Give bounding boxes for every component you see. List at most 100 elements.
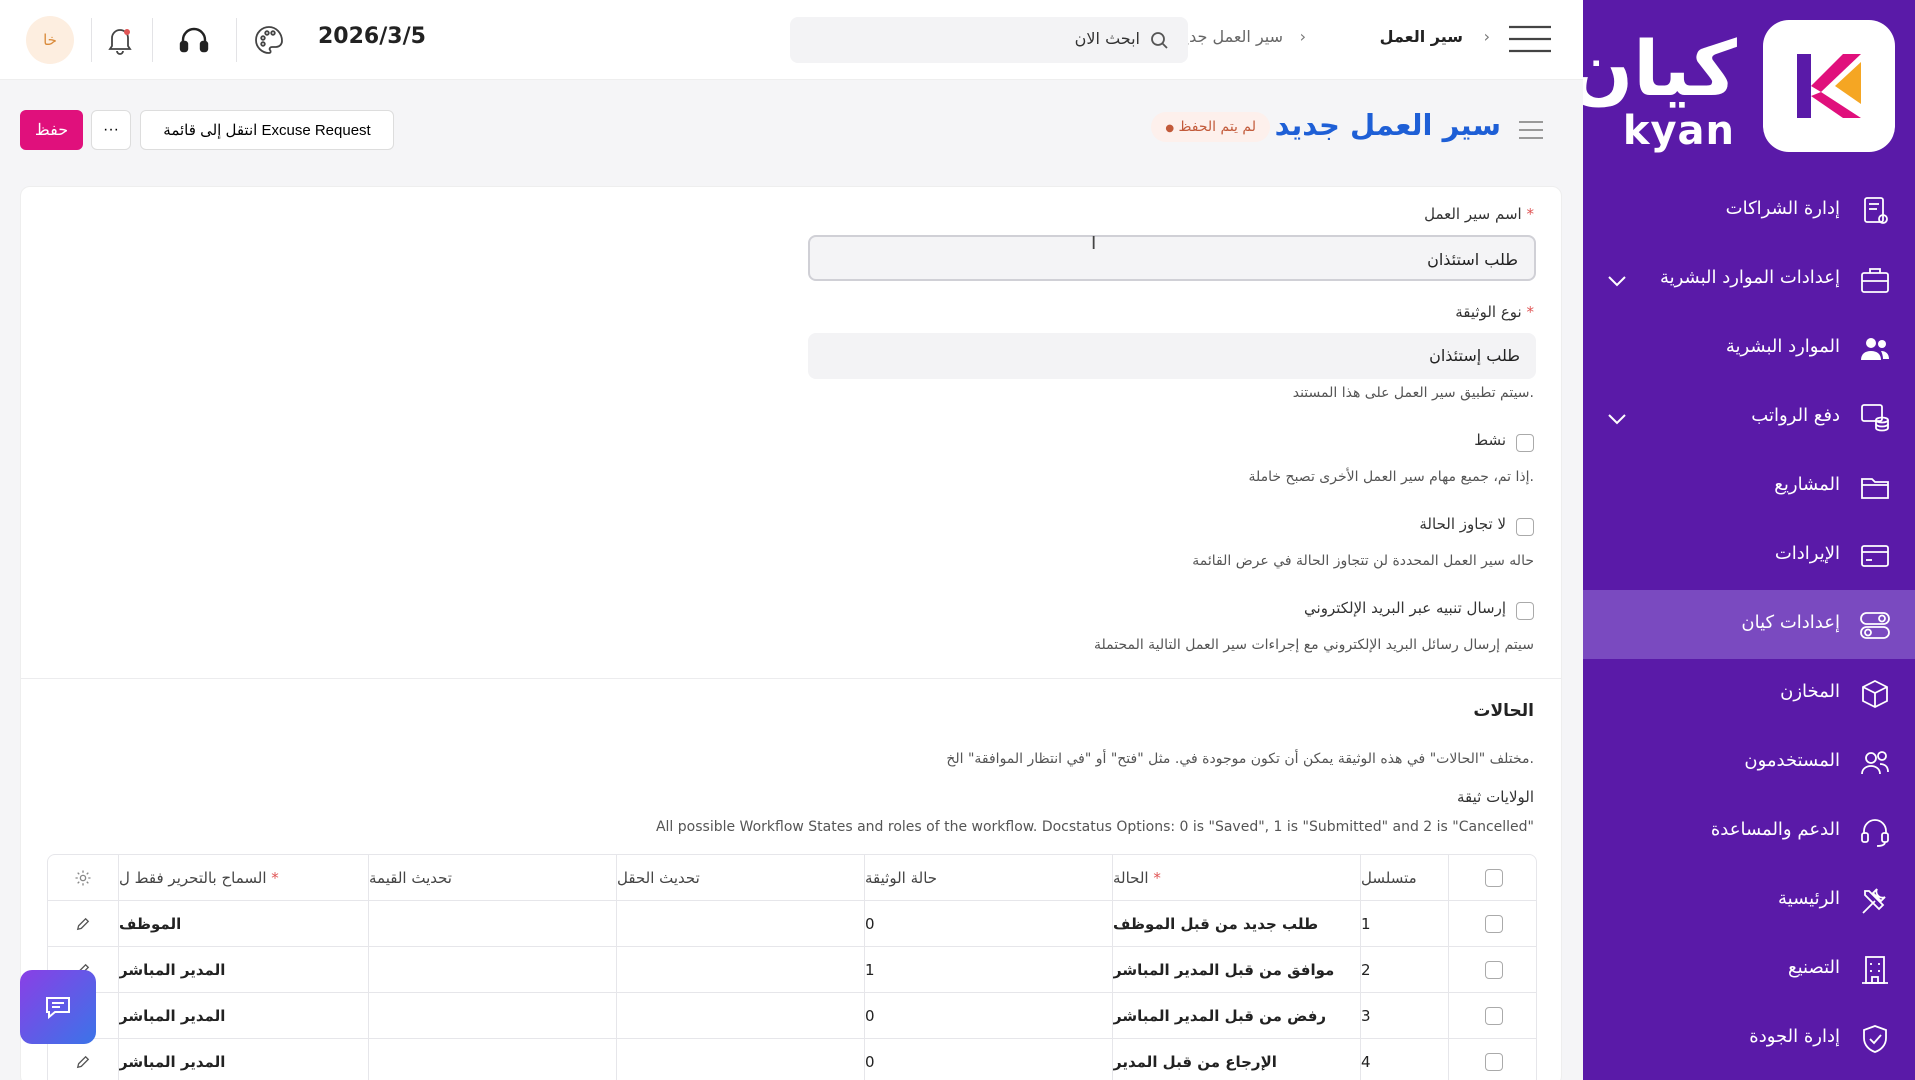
search-placeholder: ابحث الان: [1074, 29, 1140, 48]
headset-icon: [1861, 819, 1889, 847]
cell-update-value[interactable]: [368, 901, 616, 947]
workflow-name-label: اسم سير العمل *: [1424, 205, 1534, 223]
doc-type-label-text: نوع الوثيقة: [1455, 303, 1522, 321]
sidebar-item-projects[interactable]: المشاريع: [1583, 452, 1915, 521]
cell-update-value[interactable]: [368, 993, 616, 1039]
chat-icon: [46, 997, 70, 1019]
cell-update-field[interactable]: [616, 947, 864, 993]
chat-button[interactable]: [20, 970, 96, 1044]
row-checkbox[interactable]: [1485, 915, 1503, 933]
workflow-name-input[interactable]: طلب استئذان: [808, 235, 1536, 281]
row-checkbox[interactable]: [1485, 1053, 1503, 1071]
cell-doc-status[interactable]: 0: [864, 993, 1112, 1039]
sidebar-item-kyan-settings[interactable]: إعدادات كيان: [1583, 590, 1915, 659]
folder-icon: [1861, 478, 1889, 499]
cell-update-field[interactable]: [616, 993, 864, 1039]
text-cursor-icon: I: [1091, 233, 1097, 254]
sidebar-item-hr[interactable]: الموارد البشرية: [1583, 314, 1915, 383]
divider: [91, 18, 92, 62]
sidebar-item-warehouses[interactable]: المخازن: [1583, 659, 1915, 728]
cell-allow-edit[interactable]: المدير المباشر: [118, 1039, 368, 1080]
cell-doc-status[interactable]: 1: [864, 947, 1112, 993]
sidebar-item-label: الإيرادات: [1774, 543, 1840, 564]
cell-allow-edit[interactable]: المدير المباشر: [118, 993, 368, 1039]
save-button[interactable]: حفظ: [20, 110, 83, 150]
table-header: متسلسل الحالة * حالة الوثيقة تحديث الحقل…: [48, 855, 1536, 901]
cell-state[interactable]: الإرجاع من قبل المدير: [1112, 1039, 1360, 1080]
user-avatar[interactable]: خا: [26, 16, 74, 64]
cell-update-value[interactable]: [368, 947, 616, 993]
search-input[interactable]: ابحث الان: [790, 17, 1188, 63]
status-badge: ● لم يتم الحفظ: [1151, 112, 1270, 142]
cell-doc-status[interactable]: 0: [864, 1039, 1112, 1080]
column-header-update-value: تحديث القيمة: [368, 855, 616, 901]
cell-serial: 4: [1360, 1039, 1448, 1080]
required-mark: *: [1526, 303, 1535, 321]
sidebar-item-support[interactable]: الدعم والمساعدة: [1583, 797, 1915, 866]
sidebar-item-hr-settings[interactable]: إعدادات الموارد البشرية: [1583, 245, 1915, 314]
no-override-checkbox[interactable]: [1516, 518, 1534, 536]
gear-icon[interactable]: [74, 869, 92, 887]
list-icon[interactable]: [1519, 119, 1543, 141]
email-alert-checkbox[interactable]: [1516, 602, 1534, 620]
cell-update-field[interactable]: [616, 901, 864, 947]
sidebar-item-label: المشاريع: [1774, 474, 1840, 495]
bell-icon[interactable]: [104, 24, 136, 56]
breadcrumb-workflow[interactable]: سير العمل: [1380, 27, 1463, 46]
sidebar-item-partnerships[interactable]: إدارة الشراكات: [1583, 176, 1915, 245]
sidebar-item-label: إعدادات الموارد البشرية: [1659, 267, 1840, 288]
cell-state[interactable]: طلب جديد من قبل الموظف: [1112, 901, 1360, 947]
table-row[interactable]: 1 طلب جديد من قبل الموظف 0 الموظف: [48, 901, 1536, 947]
sidebar-item-payroll[interactable]: دفع الرواتب: [1583, 383, 1915, 452]
sidebar-item-label: إدارة الجودة: [1749, 1026, 1840, 1047]
sidebar-item-home[interactable]: الرئيسية: [1583, 866, 1915, 935]
pencil-icon[interactable]: [76, 917, 90, 931]
cell-doc-status[interactable]: 0: [864, 901, 1112, 947]
sidebar-item-manufacturing[interactable]: التصنيع: [1583, 935, 1915, 1004]
select-all-cell: [1448, 855, 1536, 901]
sidebar-item-users[interactable]: المستخدمون: [1583, 728, 1915, 797]
sidebar-item-label: التصنيع: [1788, 957, 1840, 978]
sidebar-item-quality[interactable]: إدارة الجودة: [1583, 1004, 1915, 1073]
allow-edit-header-text: السماح بالتحرير فقط ل: [119, 869, 267, 887]
database-icon: [1861, 404, 1889, 432]
doc-type-input[interactable]: طلب إستئذان: [808, 333, 1536, 379]
table-row[interactable]: 3 رفض من قبل المدير المباشر 0 المدير الم…: [48, 993, 1536, 1039]
active-help: إذا تم، جميع مهام سير العمل الأخرى تصبح …: [1248, 469, 1534, 485]
cell-update-value[interactable]: [368, 1039, 616, 1080]
sidebar-item-revenue[interactable]: الإيرادات: [1583, 521, 1915, 590]
cell-serial: 3: [1360, 993, 1448, 1039]
table-row[interactable]: 2 موافق من قبل المدير المباشر 1 المدير ا…: [48, 947, 1536, 993]
more-options-button[interactable]: ···: [91, 110, 131, 150]
doc-type-help: سيتم تطبيق سير العمل على هذا المستند.: [1292, 385, 1534, 401]
cell-state[interactable]: موافق من قبل المدير المباشر: [1112, 947, 1360, 993]
states-table: متسلسل الحالة * حالة الوثيقة تحديث الحقل…: [47, 854, 1537, 1080]
toggles-icon: [1860, 612, 1890, 639]
cell-serial: 1: [1360, 901, 1448, 947]
goto-list-button[interactable]: انتقل إلى قائمة Excuse Request: [140, 110, 394, 150]
pencil-icon[interactable]: [76, 1055, 90, 1069]
tools-icon: [1862, 888, 1886, 914]
cell-allow-edit[interactable]: الموظف: [118, 901, 368, 947]
cell-serial: 2: [1360, 947, 1448, 993]
logo-arabic-text: كيان: [1583, 24, 1737, 113]
select-all-checkbox[interactable]: [1485, 869, 1503, 887]
hamburger-menu-icon[interactable]: [1509, 25, 1551, 53]
docstatus-help: All possible Workflow States and roles o…: [655, 819, 1534, 835]
table-row[interactable]: 4 الإرجاع من قبل المدير 0 المدير المباشر: [48, 1039, 1536, 1080]
active-checkbox[interactable]: [1516, 434, 1534, 452]
row-checkbox[interactable]: [1485, 961, 1503, 979]
sidebar-nav: إدارة الشراكات إعدادات الموارد البشرية ا…: [1583, 176, 1915, 1073]
form-card: اسم سير العمل * طلب استئذان I نوع الوثيق…: [20, 186, 1562, 1080]
sidebar-item-label: المستخدمون: [1744, 750, 1840, 771]
palette-icon[interactable]: [253, 24, 285, 56]
cell-allow-edit[interactable]: المدير المباشر: [118, 947, 368, 993]
kyan-logo[interactable]: كيان kyan: [1583, 20, 1895, 155]
row-checkbox[interactable]: [1485, 1007, 1503, 1025]
column-header-allow-edit: السماح بالتحرير فقط ل *: [118, 855, 368, 901]
cell-update-field[interactable]: [616, 1039, 864, 1080]
headset-icon[interactable]: [178, 24, 210, 56]
users-icon: [1861, 338, 1889, 360]
states-subtitle: الولايات ثيقة: [1456, 788, 1534, 806]
cell-state[interactable]: رفض من قبل المدير المباشر: [1112, 993, 1360, 1039]
